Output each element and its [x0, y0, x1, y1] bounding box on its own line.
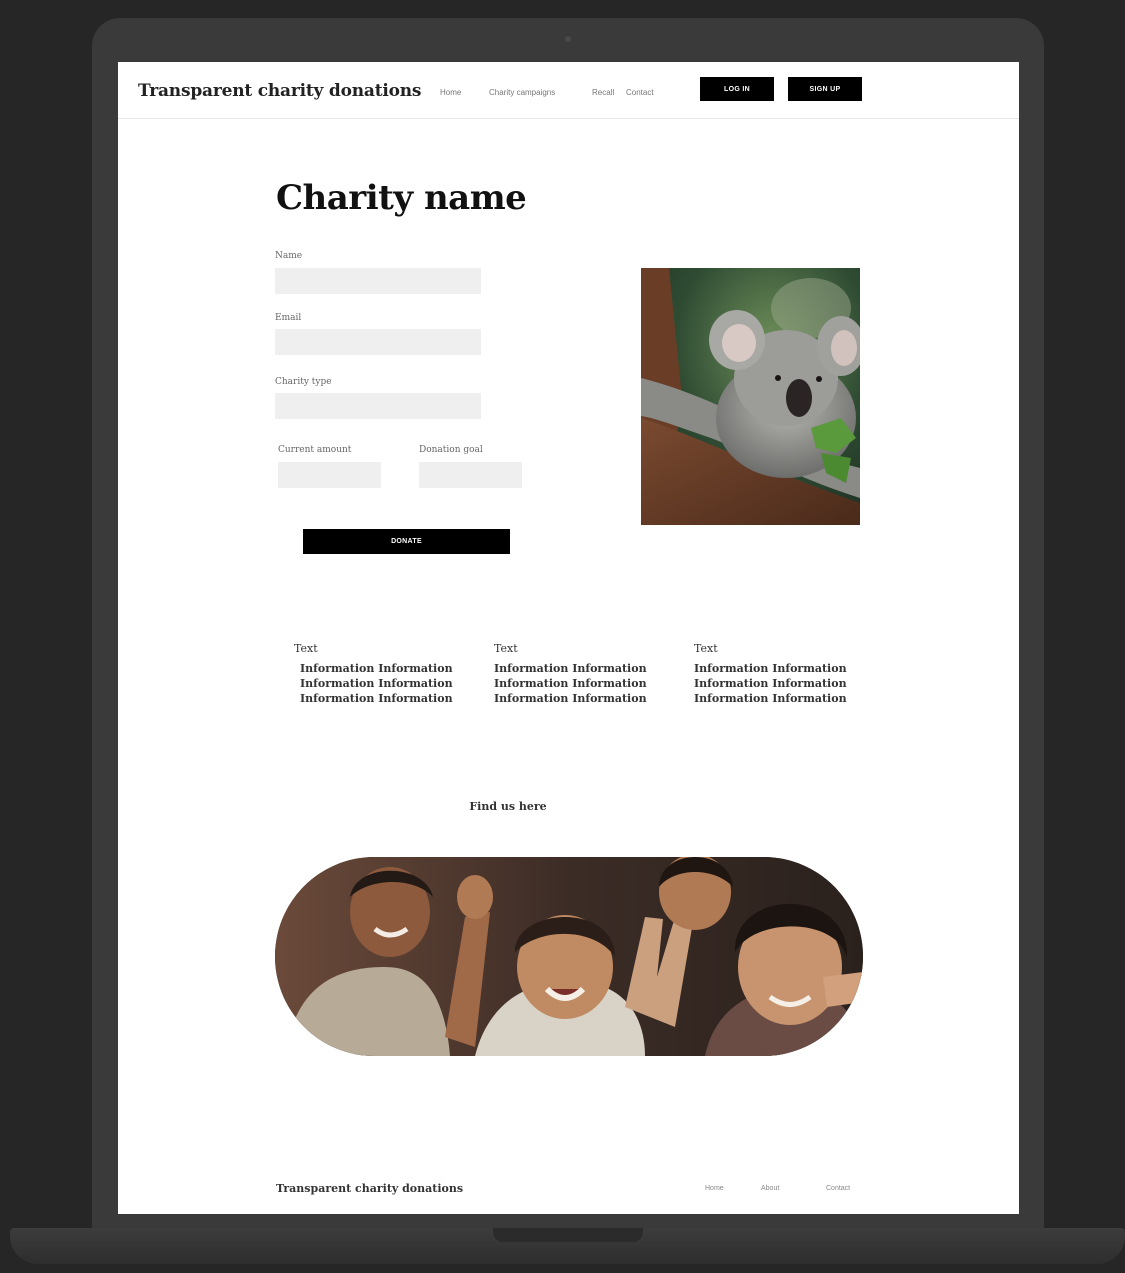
page-title: Charity name: [276, 178, 527, 218]
find-us-heading: Find us here: [469, 800, 547, 813]
children-illustration: [275, 857, 863, 1056]
children-photo: [275, 857, 863, 1056]
info-column-1: Text Information Information Information…: [294, 642, 464, 706]
info-line: Information Information: [494, 677, 647, 690]
footer-brand[interactable]: Transparent charity donations: [276, 1182, 463, 1195]
current-amount-field[interactable]: [278, 462, 381, 488]
brand-logo[interactable]: Transparent charity donations: [138, 81, 421, 101]
login-button[interactable]: LOG IN: [700, 77, 774, 101]
charity-type-label: Charity type: [275, 377, 332, 387]
info-line: Information Information: [494, 692, 647, 705]
email-label: Email: [275, 313, 302, 323]
info-heading: Text: [294, 642, 318, 655]
info-column-2: Text Information Information Information…: [494, 642, 664, 706]
current-amount-label: Current amount: [278, 445, 352, 455]
laptop-mockup: Transparent charity donations Home Chari…: [0, 0, 1125, 1273]
footer-link-about[interactable]: About: [761, 1185, 779, 1192]
info-heading: Text: [694, 642, 718, 655]
nav-link-home[interactable]: Home: [440, 88, 461, 97]
signup-button[interactable]: SIGN UP: [788, 77, 862, 101]
info-column-3: Text Information Information Information…: [694, 642, 864, 706]
nav-link-recall[interactable]: Recall: [592, 88, 614, 97]
footer-link-contact[interactable]: Contact: [826, 1185, 850, 1192]
donation-goal-label: Donation goal: [419, 445, 483, 455]
koala-photo: [641, 268, 860, 525]
info-line: Information Information: [300, 677, 453, 690]
laptop-notch: [493, 1228, 643, 1242]
name-label: Name: [275, 251, 303, 261]
info-line: Information Information: [694, 677, 847, 690]
info-line: Information Information: [300, 692, 453, 705]
info-heading: Text: [494, 642, 518, 655]
info-line: Information Information: [694, 692, 847, 705]
top-nav: Transparent charity donations Home Chari…: [118, 62, 1019, 119]
koala-illustration: [641, 268, 860, 525]
charity-type-field[interactable]: [275, 393, 481, 419]
donation-goal-field[interactable]: [419, 462, 522, 488]
donate-button[interactable]: DONATE: [303, 529, 510, 554]
nav-link-charity-campaigns[interactable]: Charity campaigns: [489, 88, 555, 97]
website-screen: Transparent charity donations Home Chari…: [118, 62, 1019, 1214]
info-line: Information Information: [694, 662, 847, 675]
name-field[interactable]: [275, 268, 481, 294]
info-line: Information Information: [300, 662, 453, 675]
email-field[interactable]: [275, 329, 481, 355]
info-line: Information Information: [494, 662, 647, 675]
nav-link-contact[interactable]: Contact: [626, 88, 654, 97]
footer-link-home[interactable]: Home: [705, 1185, 724, 1192]
camera-dot: [565, 36, 571, 42]
